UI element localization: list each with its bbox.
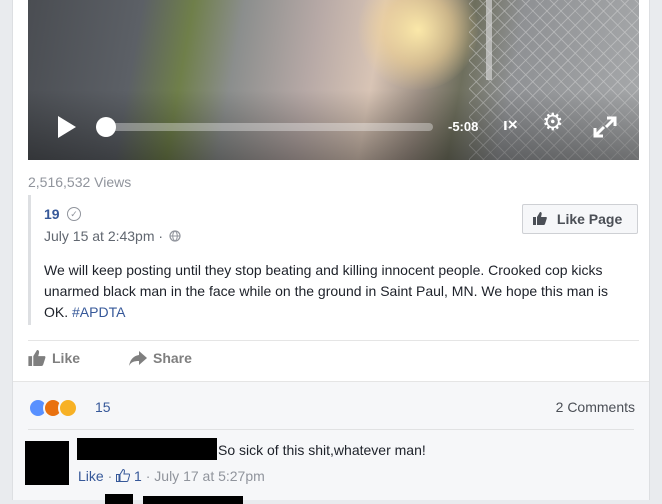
comment-text: So sick of this shit,whatever man! (218, 442, 426, 458)
comment-meta: Like · 1 · July 17 at 5:27pm (78, 468, 265, 484)
thumbs-up-icon (28, 350, 46, 366)
comments-count-link[interactable]: 2 Comments (556, 399, 635, 415)
page-name-link[interactable]: 19 (44, 206, 60, 222)
share-arrow-icon (129, 351, 147, 366)
globe-icon (169, 230, 181, 242)
thumbs-up-icon (533, 212, 547, 225)
video-frame-highlight (358, 0, 478, 90)
mute-icon[interactable]: ı× (503, 115, 518, 135)
divider (28, 340, 639, 341)
like-label: Like (52, 350, 81, 366)
comment-like-link[interactable]: Like (78, 468, 104, 484)
avatar[interactable] (105, 494, 133, 504)
video-progress-bar[interactable] (108, 123, 433, 131)
share-button[interactable]: Share (129, 350, 192, 366)
post-card: -5:08 ı× ⚙ 2,516,532 Views 19 ✓ July 15 … (12, 0, 650, 504)
share-label: Share (153, 350, 192, 366)
feedback-section: 15 2 Comments So sick of this shit,whate… (13, 381, 649, 504)
check-circle-icon: ✓ (67, 207, 81, 221)
video-player[interactable]: -5:08 ı× ⚙ (28, 0, 639, 160)
avatar[interactable] (25, 441, 69, 485)
play-icon[interactable] (58, 116, 76, 138)
separator: · (107, 468, 113, 484)
post-body-text: We will keep posting until they stop bea… (44, 262, 608, 320)
like-page-label: Like Page (556, 211, 623, 227)
fullscreen-icon[interactable] (592, 115, 618, 139)
hashtag-link[interactable]: #APDTA (72, 304, 125, 320)
video-time-remaining: -5:08 (448, 119, 479, 134)
wow-reaction-icon (58, 398, 78, 418)
like-page-button[interactable]: Like Page (522, 204, 638, 234)
divider (28, 429, 634, 430)
reaction-count[interactable]: 15 (95, 399, 111, 415)
post-date[interactable]: July 15 at 2:43pm · (44, 228, 181, 244)
video-scrubber-handle[interactable] (96, 117, 116, 137)
comment-like-count[interactable]: 1 (134, 468, 142, 484)
thumbs-up-icon (116, 468, 131, 482)
shared-post: 19 ✓ July 15 at 2:43pm · Like Page We wi… (28, 195, 639, 325)
comment-timestamp[interactable]: July 17 at 5:27pm (154, 468, 265, 484)
separator: · (145, 468, 151, 484)
post-body: We will keep posting until they stop bea… (44, 260, 629, 323)
post-timestamp[interactable]: July 15 at 2:43pm · (44, 228, 163, 244)
gear-icon[interactable]: ⚙ (542, 111, 564, 135)
redacted-commenter-name (143, 496, 243, 504)
view-count: 2,516,532 Views (28, 174, 132, 190)
redacted-commenter-name (77, 438, 217, 460)
like-button[interactable]: Like (28, 350, 80, 366)
